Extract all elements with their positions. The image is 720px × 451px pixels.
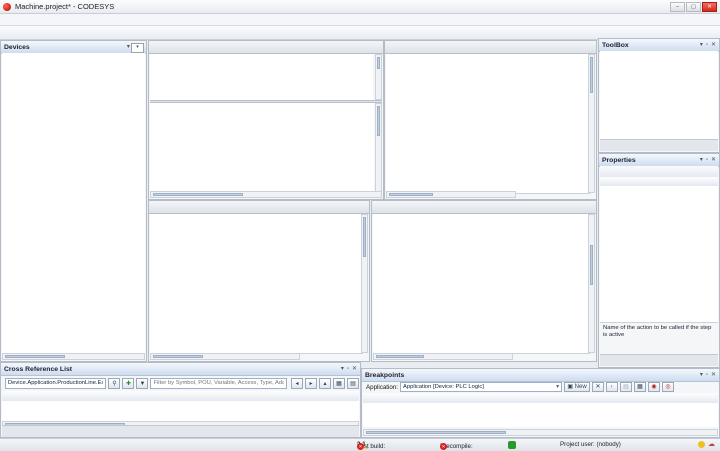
implementation-editor[interactable] — [150, 103, 374, 192]
devices-hscrollbar[interactable] — [2, 353, 145, 360]
breakpoints-toolbar: Application: Application [Device: PLC Lo… — [363, 381, 718, 393]
toolbox-panel: ToolBox ▾▫✕ — [598, 38, 720, 153]
declaration-vscrollbar[interactable] — [375, 54, 382, 100]
panel-menu-icon[interactable]: ▾ — [700, 41, 703, 49]
pin-icon[interactable]: ▫ — [706, 41, 708, 49]
project-user: Project user: (nobody) — [560, 441, 621, 448]
edit-breakpoint-button[interactable]: ▤ — [620, 382, 632, 392]
fbd-canvas[interactable] — [150, 214, 363, 354]
add-button[interactable]: ✚ — [122, 378, 134, 389]
online-state-icon — [508, 441, 516, 449]
statemachine-hscrollbar[interactable] — [373, 353, 513, 360]
statemachine-panel — [371, 200, 597, 362]
minimize-button[interactable]: – — [670, 2, 685, 12]
pin-icon[interactable]: ▫ — [706, 371, 708, 379]
editor-panel — [148, 40, 384, 200]
implementation-vscrollbar[interactable] — [375, 103, 382, 192]
breakpoints-panel: Breakpoints ▾▫✕ Application: Application… — [361, 368, 720, 438]
application-value: Application [Device: PLC Logic] — [403, 384, 484, 390]
application-select[interactable]: Application [Device: PLC Logic]▾ — [400, 382, 562, 392]
editor-hscrollbar[interactable] — [150, 191, 382, 198]
symbol-search-input[interactable] — [5, 378, 106, 389]
filter-button[interactable]: ▼ — [136, 378, 148, 389]
precompile-error-icon: ✕ — [440, 443, 447, 450]
device-tree[interactable] — [2, 53, 145, 353]
window-title: Machine.project* - CODESYS — [15, 2, 114, 11]
device-filter-dropdown[interactable]: ▾ — [131, 43, 144, 53]
breakpoints-hscrollbar[interactable] — [363, 429, 718, 436]
menu-bar — [0, 14, 720, 26]
last-build-status: Last build: ✕ 2 ⚠ 1 — [357, 441, 366, 448]
statemachine-vscrollbar[interactable] — [588, 214, 595, 353]
sfc-hscrollbar[interactable] — [386, 191, 516, 198]
collapse-button[interactable]: ▴ — [319, 378, 331, 389]
breakpoints-title: Breakpoints — [365, 372, 404, 379]
panel-menu-icon[interactable]: ▾ — [700, 156, 703, 164]
next-reference-button[interactable]: ▸ — [305, 378, 317, 389]
codesys-logo-icon — [3, 3, 11, 11]
sfc-panel — [384, 40, 597, 200]
fbd-tab-bar — [149, 201, 369, 214]
enable-breakpoint-button[interactable]: ◐ — [606, 382, 618, 392]
panel-menu-icon[interactable]: ▾ — [700, 371, 703, 379]
automation-server-state-icon[interactable]: ☁ — [708, 440, 715, 448]
close-icon[interactable]: ✕ — [711, 41, 716, 49]
sfc-tab-bar — [385, 41, 596, 54]
devices-panel-title: Devices — [4, 44, 30, 51]
break-all-button[interactable]: ◉ — [648, 382, 660, 392]
panel-menu-icon[interactable]: ▾ — [341, 365, 344, 373]
property-description: Name of the action to be called if the s… — [600, 322, 718, 355]
properties-title: Properties — [602, 157, 636, 164]
close-button[interactable]: ✕ — [702, 2, 717, 12]
status-bar: Last build: ✕ 2 ⚠ 1 Precompile: ✕ Projec… — [0, 438, 720, 451]
fbd-vscrollbar[interactable] — [361, 214, 368, 353]
restore-button[interactable]: ▢ — [686, 2, 701, 12]
toolbox-title: ToolBox — [602, 42, 629, 49]
clear-all-button[interactable]: ◎ — [662, 382, 674, 392]
delete-breakpoint-button[interactable]: ✕ — [592, 382, 604, 392]
sfc-canvas[interactable] — [386, 54, 590, 194]
properties-panel: Properties ▾▫✕ Name of the action to be … — [598, 153, 720, 368]
pin-icon[interactable]: ▫ — [706, 156, 708, 164]
crossref-toolbar: ⚲ ✚ ▼ ◂ ▸ ▴ ▦ ▤ — [2, 375, 359, 391]
close-icon[interactable]: ✕ — [711, 371, 716, 379]
statemachine-tab-bar — [372, 201, 596, 214]
close-icon[interactable]: ✕ — [352, 365, 357, 373]
close-icon[interactable]: ✕ — [711, 156, 716, 164]
sfc-vscrollbar[interactable] — [588, 54, 595, 193]
toolbox-dock-tabs — [600, 139, 718, 151]
print-button[interactable]: ▤ — [347, 378, 359, 389]
editor-tab-bar — [149, 41, 383, 54]
pin-icon[interactable]: ▫ — [347, 365, 349, 373]
search-button[interactable]: ⚲ — [108, 378, 120, 389]
cross-reference-panel: Cross Reference List ▾▫✕ ⚲ ✚ ▼ ◂ ▸ ▴ ▦ ▤ — [0, 362, 361, 438]
fbd-hscrollbar[interactable] — [150, 353, 300, 360]
export-breakpoints-button[interactable]: ▦ — [634, 382, 646, 392]
crossref-title: Cross Reference List — [4, 366, 72, 373]
export-button[interactable]: ▦ — [333, 378, 345, 389]
crossref-filter-input[interactable] — [150, 378, 287, 389]
application-label: Application: — [366, 384, 398, 391]
statemachine-canvas[interactable] — [373, 214, 590, 354]
declaration-editor[interactable] — [150, 54, 373, 100]
pending-changes-icon[interactable] — [698, 441, 705, 448]
devices-panel: Devices ▾▫✕ ▾ — [0, 40, 147, 362]
fbd-panel — [148, 200, 370, 362]
panel-menu-icon[interactable]: ▾ — [127, 43, 130, 51]
properties-filler — [600, 290, 718, 322]
title-bar: Machine.project* - CODESYS – ▢ ✕ — [0, 0, 720, 14]
new-breakpoint-button[interactable]: ▣ New ▾ — [564, 382, 590, 392]
prev-reference-button[interactable]: ◂ — [291, 378, 303, 389]
properties-dock-tabs — [600, 354, 718, 366]
message-dock-tabs — [2, 425, 359, 437]
